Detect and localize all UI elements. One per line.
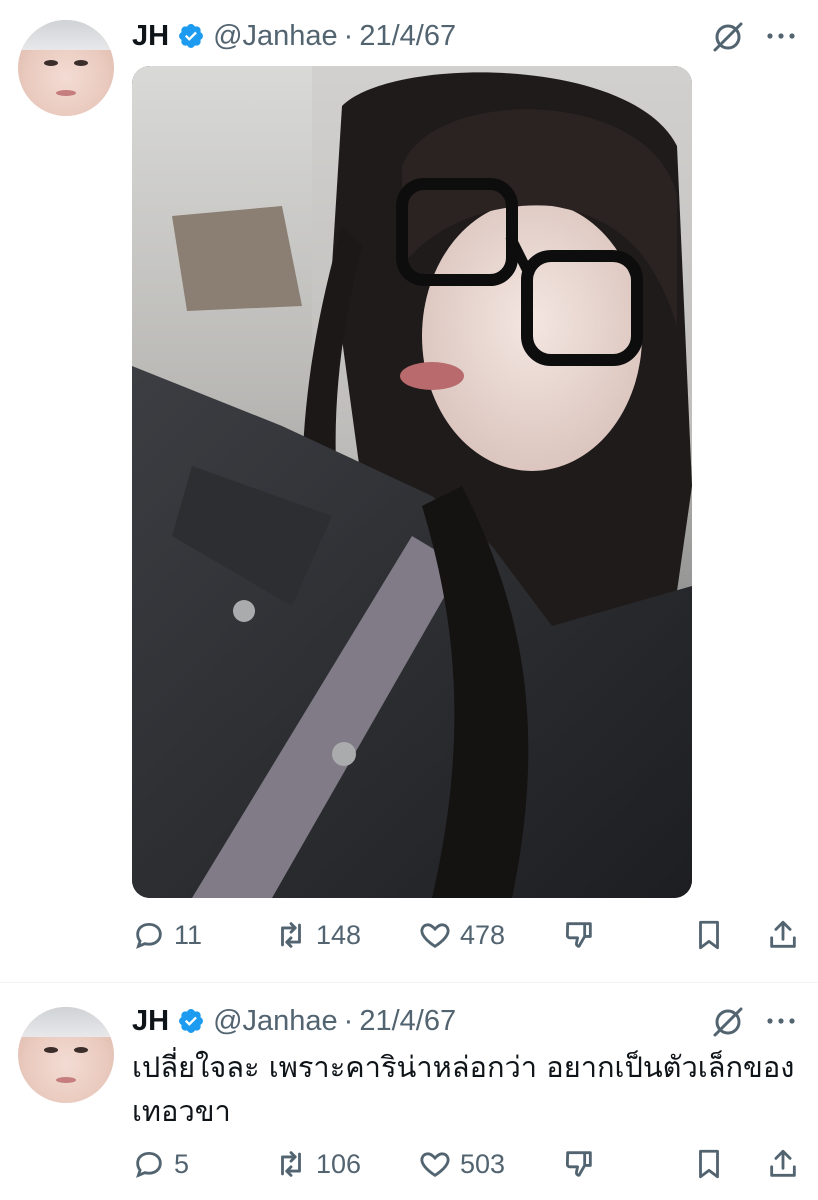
repost-button[interactable]: 148 — [274, 915, 361, 955]
repost-button[interactable]: 106 — [274, 1144, 361, 1184]
repost-icon — [281, 1151, 301, 1177]
photo-image — [132, 66, 692, 898]
separator-dot: · — [343, 19, 354, 52]
reply-count: 11 — [174, 919, 203, 950]
like-count: 478 — [460, 919, 506, 950]
bookmark-icon — [699, 1149, 719, 1179]
tweet-header: JH @Janhae · 21/4/67 — [132, 16, 456, 56]
thumbs-down-icon — [565, 922, 592, 948]
author-name[interactable]: JH — [132, 1005, 169, 1038]
author-name[interactable]: JH — [132, 20, 169, 53]
grok-icon[interactable] — [710, 18, 746, 54]
tweet-actions: 11 148 478 — [132, 915, 802, 955]
more-options-icon[interactable] — [764, 19, 798, 53]
heart-icon — [420, 923, 450, 948]
like-count: 503 — [460, 1148, 506, 1179]
share-button[interactable] — [766, 1144, 808, 1184]
share-button[interactable] — [766, 915, 808, 955]
avatar[interactable] — [18, 1007, 114, 1103]
bookmark-button[interactable] — [692, 915, 734, 955]
tweet-text: เปลี่ยใจละ เพราะคาริน่าหล่อกว่า อยากเป็น… — [132, 1050, 795, 1128]
verified-badge-icon — [179, 1009, 204, 1033]
repost-count: 106 — [316, 1148, 362, 1179]
repost-icon — [281, 922, 301, 948]
share-icon — [770, 1149, 796, 1177]
bookmark-icon — [699, 920, 719, 950]
downvote-button[interactable] — [562, 1144, 604, 1184]
reply-count: 5 — [174, 1148, 190, 1179]
reply-icon — [136, 922, 162, 949]
author-handle[interactable]: @Janhae — [213, 20, 338, 53]
grok-icon[interactable] — [710, 1003, 746, 1039]
verified-badge-icon — [179, 24, 204, 48]
tweet-actions: 5 106 503 — [132, 1144, 802, 1184]
more-options-icon[interactable] — [764, 1004, 798, 1038]
heart-icon — [420, 1152, 450, 1177]
timestamp[interactable]: 21/4/67 — [359, 20, 456, 53]
avatar[interactable] — [18, 20, 114, 116]
tweet[interactable]: JH @Janhae · 21/4/67 เปลี่ยใจละ เพราะคาร… — [0, 983, 818, 1200]
reply-button[interactable]: 5 — [132, 1144, 189, 1184]
bookmark-button[interactable] — [692, 1144, 734, 1184]
thumbs-down-icon — [565, 1151, 592, 1177]
repost-count: 148 — [316, 919, 362, 950]
reply-button[interactable]: 11 — [132, 915, 202, 955]
share-icon — [770, 920, 796, 948]
tweet-photo[interactable] — [132, 66, 692, 898]
reply-icon — [136, 1151, 162, 1178]
downvote-button[interactable] — [562, 915, 604, 955]
separator-dot: · — [343, 1004, 354, 1037]
author-handle[interactable]: @Janhae — [213, 1005, 338, 1038]
tweet[interactable]: JH @Janhae · 21/4/67 11 148 478 — [0, 0, 818, 980]
tweet-header: JH @Janhae · 21/4/67 — [132, 1001, 456, 1041]
timestamp[interactable]: 21/4/67 — [359, 1005, 456, 1038]
like-button[interactable]: 478 — [418, 915, 505, 955]
like-button[interactable]: 503 — [418, 1144, 505, 1184]
